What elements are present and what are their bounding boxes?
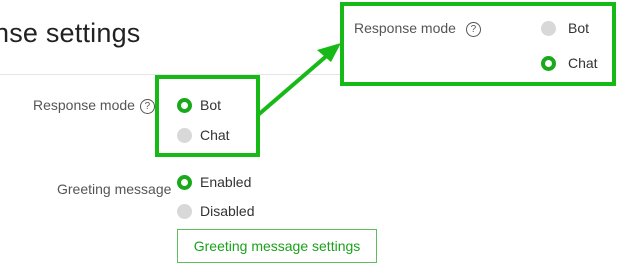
radio-selected-icon[interactable] bbox=[541, 55, 556, 71]
zoom-callout: Response mode? Bot Chat bbox=[340, 2, 616, 86]
callout-bot-option[interactable]: Bot bbox=[541, 20, 589, 36]
callout-chat-option[interactable]: Chat bbox=[541, 55, 598, 71]
option-label: Bot bbox=[568, 20, 590, 36]
callout-label-text: Response mode bbox=[354, 20, 456, 36]
option-label: Chat bbox=[568, 55, 598, 71]
callout-response-mode-label: Response mode? bbox=[354, 20, 481, 37]
help-icon[interactable]: ? bbox=[465, 22, 481, 37]
radio-unselected-icon[interactable] bbox=[541, 20, 556, 36]
arrow-line bbox=[256, 51, 332, 117]
